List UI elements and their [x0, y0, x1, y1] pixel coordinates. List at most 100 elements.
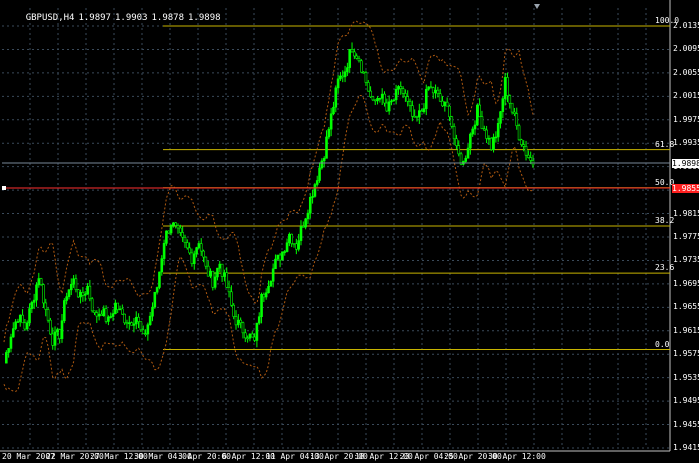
candle-body: [271, 268, 275, 282]
candle-body: [218, 263, 222, 269]
candle-body: [517, 125, 521, 141]
candle-body: [341, 75, 345, 78]
candle-body: [9, 336, 13, 349]
candle-body: [97, 313, 101, 317]
alert-price-tag: 1.9855: [672, 184, 699, 193]
candle-body: [455, 138, 458, 146]
candle-body: [376, 98, 379, 102]
candle-body: [250, 333, 254, 338]
candle-body: [311, 196, 314, 198]
candle-body: [346, 67, 349, 73]
price-axis-label: 2.0015: [673, 91, 699, 101]
fib-level-label: 38.2: [655, 215, 675, 225]
candle-body: [216, 267, 219, 278]
candle-body: [515, 113, 519, 127]
candle-body: [46, 309, 50, 321]
candle-body: [30, 302, 34, 309]
open-value: 1.9897: [78, 13, 111, 23]
candle-body: [255, 322, 259, 341]
candle-body: [230, 291, 233, 306]
price-axis-label: 1.9615: [673, 325, 699, 335]
price-axis-label: 1.9735: [673, 255, 699, 265]
candle-body: [63, 300, 66, 322]
current-price-tag: 1.9898: [672, 159, 699, 168]
chart-window[interactable]: GBPUSD,H41.98971.99031.98781.9898 2.0135…: [0, 0, 699, 463]
price-axis-label: 1.9575: [673, 349, 699, 359]
candle-body: [480, 116, 484, 130]
candle-body: [146, 324, 150, 335]
candle-body: [58, 329, 61, 339]
candle-body: [148, 315, 152, 326]
symbol-timeframe: GBPUSD,H4: [25, 13, 75, 23]
candle-body: [292, 243, 296, 245]
candle-body: [387, 101, 391, 112]
candle-body: [169, 225, 173, 234]
candle-body: [327, 128, 331, 138]
price-axis-label: 1.9815: [673, 208, 699, 218]
candle-body: [362, 71, 365, 74]
candle-body: [353, 51, 356, 57]
candle-body: [278, 254, 282, 261]
candle-body: [253, 336, 256, 341]
candle-body: [65, 296, 68, 301]
candle-body: [44, 302, 48, 310]
price-axis-label: 1.9455: [673, 419, 699, 429]
candle-body: [378, 97, 382, 100]
candle-body: [176, 225, 180, 229]
candle-body: [202, 250, 205, 258]
candle-body: [174, 222, 177, 226]
candle-body: [165, 230, 168, 244]
fib-level-label: 61.8: [655, 139, 675, 149]
price-axis-label: 1.9535: [673, 372, 699, 382]
candle-body: [111, 313, 115, 317]
candle-body: [510, 102, 514, 113]
candle-body: [172, 222, 175, 226]
candle-body: [466, 147, 470, 159]
candle-body: [204, 256, 208, 267]
candle-body: [23, 322, 27, 330]
candle-body: [290, 233, 294, 244]
price-chart[interactable]: [0, 0, 699, 463]
alert-line-handle: [2, 186, 6, 190]
candle-body: [404, 93, 407, 97]
candle-body: [243, 332, 247, 339]
candle-body: [232, 304, 235, 317]
candle-body: [248, 333, 252, 339]
candle-body: [394, 89, 398, 101]
candle-body: [234, 316, 238, 326]
candle-body: [241, 322, 245, 334]
candle-body: [503, 77, 507, 99]
candle-body: [304, 218, 307, 228]
candle-body: [473, 124, 477, 130]
candle-body: [364, 72, 368, 83]
candle-body: [192, 253, 196, 264]
candle-body: [443, 101, 447, 107]
candle-body: [283, 251, 287, 253]
candle-body: [257, 316, 261, 324]
candle-body: [492, 136, 495, 150]
candle-body: [494, 136, 498, 139]
candle-body: [144, 333, 147, 336]
candle-body: [322, 158, 326, 162]
candle-body: [334, 87, 338, 108]
candle-body: [109, 316, 113, 318]
candle-body: [67, 289, 71, 297]
candle-body: [246, 337, 249, 340]
candle-body: [302, 226, 305, 228]
candle-body: [151, 306, 154, 317]
candle-body: [209, 270, 212, 277]
candle-body: [267, 286, 270, 294]
candle-body: [506, 77, 509, 96]
candle-body: [76, 289, 80, 298]
candle-body: [139, 321, 143, 331]
candle-body: [329, 113, 333, 130]
candle-body: [336, 78, 340, 89]
candle-body: [114, 302, 117, 314]
candle-body: [132, 323, 136, 326]
low-value: 1.9878: [151, 13, 185, 23]
candle-body: [306, 212, 310, 220]
candle-body: [167, 230, 171, 234]
candle-body: [390, 100, 393, 103]
candle-body: [418, 110, 421, 118]
candle-body: [74, 278, 78, 290]
